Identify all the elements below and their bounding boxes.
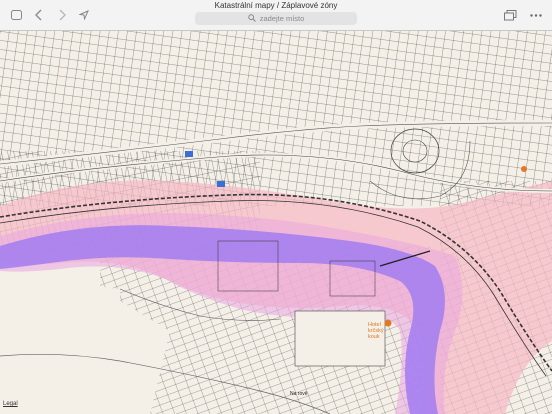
toolbar: Katastrální mapy / Záplavové zóny zadejt…	[0, 0, 552, 31]
hotel-poi-marker	[384, 319, 392, 327]
sidebar-icon[interactable]	[8, 0, 24, 30]
street-label: Na rově	[290, 391, 308, 397]
search-icon	[247, 13, 256, 24]
legal-link[interactable]: Legal	[3, 401, 18, 407]
search-input[interactable]: zadejte místo	[195, 12, 357, 25]
back-icon[interactable]	[32, 0, 46, 30]
map-canvas[interactable]: Na rově Hotel krčský kouk Legal	[0, 31, 552, 414]
search-placeholder: zadejte místo	[259, 14, 305, 23]
transit-stop-marker	[217, 181, 225, 187]
forward-icon[interactable]	[55, 0, 69, 30]
hotel-poi-label: Hotel krčský kouk	[368, 322, 384, 340]
layers-icon[interactable]	[502, 0, 518, 30]
open-land	[0, 285, 120, 414]
more-icon[interactable]	[528, 0, 544, 30]
location-arrow-icon[interactable]	[77, 0, 91, 30]
